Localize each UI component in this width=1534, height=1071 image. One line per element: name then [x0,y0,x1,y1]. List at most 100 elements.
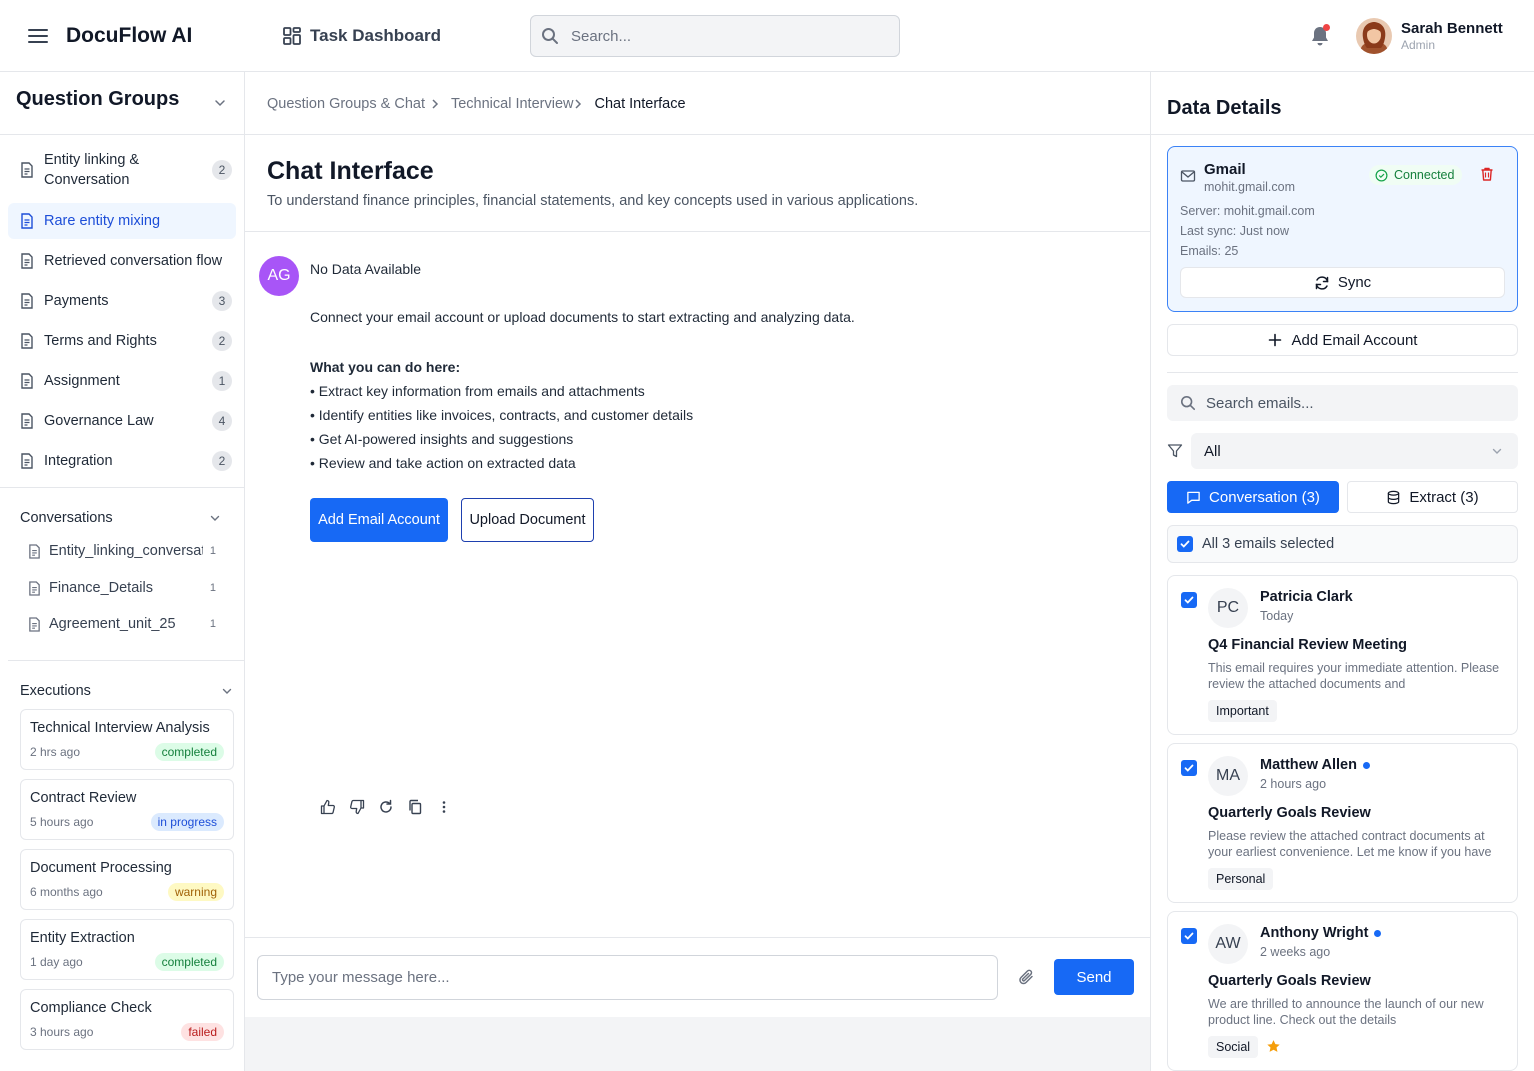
account-server: Server: mohit.gmail.com [1180,204,1315,218]
select-all-checkbox[interactable] [1177,536,1193,552]
question-group-item-active[interactable]: Rare entity mixing [8,203,236,239]
mail-icon [1180,168,1196,184]
capability-item: • Identify entities like invoices, contr… [310,407,694,423]
panel-divider [1167,372,1518,373]
capability-item: • Get AI-powered insights and suggestion… [310,431,574,447]
question-group-item[interactable]: Entity linking & Conversation 2 [8,145,236,195]
chevron-down-icon[interactable] [209,512,221,524]
conversation-item[interactable]: Finance_Details 1 [28,576,228,600]
add-email-account-button[interactable]: Add Email Account [310,498,448,542]
send-button[interactable]: Send [1054,959,1134,995]
executions-title: Executions [20,683,91,699]
unread-dot [1374,929,1382,937]
execution-card[interactable]: Contract Review 5 hours ago in progress [20,779,234,840]
execution-card[interactable]: Technical Interview Analysis 2 hrs ago c… [20,709,234,770]
assistant-avatar: AG [259,256,299,296]
star-icon[interactable] [1266,1039,1281,1054]
question-group-item[interactable]: Terms and Rights 2 [8,323,236,359]
question-group-item[interactable]: Retrieved conversation flow [8,243,236,279]
sender-name-row: Patricia Clark [1260,589,1353,605]
chevron-down-icon[interactable] [221,685,233,697]
capability-item: • Review and take action on extracted da… [310,455,576,471]
conversation-item[interactable]: Agreement_unit_25 1 [28,612,228,636]
email-search-bar[interactable] [1167,385,1518,421]
account-last-sync: Last sync: Just now [1180,224,1290,238]
copy-icon[interactable] [407,799,423,815]
task-dashboard-link[interactable]: Task Dashboard [282,24,441,48]
composer-footer [245,1017,1150,1071]
conversation-count: 1 [209,582,216,594]
email-search-input[interactable] [1206,394,1506,412]
question-group-label: Payments [44,293,109,309]
sync-button[interactable]: Sync [1180,267,1505,298]
tab-conversation-label: Conversation (3) [1209,488,1320,506]
execution-time: 6 months ago [30,885,103,899]
question-group-item[interactable]: Assignment 1 [8,363,236,399]
question-group-label: Governance Law [44,413,154,429]
document-icon [20,373,34,389]
add-email-account-panel-button[interactable]: Add Email Account [1167,324,1518,356]
page-subtitle: To understand finance principles, financ… [267,193,919,209]
conversation-count: 1 [209,545,216,557]
paperclip-icon[interactable] [1017,968,1035,986]
email-card[interactable]: PC Patricia Clark Today Q4 Financial Rev… [1167,575,1518,735]
execution-time: 3 hours ago [30,1025,94,1039]
email-card[interactable]: MA Matthew Allen 2 hours ago Quarterly G… [1167,743,1518,903]
capabilities-heading: What you can do here: [310,359,461,375]
user-avatar[interactable] [1356,18,1392,54]
question-group-item[interactable]: Payments 3 [8,283,236,319]
sender-name: Patricia Clark [1260,589,1353,605]
account-name: Gmail [1204,161,1246,178]
account-email-count: Emails: 25 [1180,244,1239,258]
thumbs-down-icon[interactable] [349,799,365,815]
email-subject: Q4 Financial Review Meeting [1208,637,1408,653]
chevron-down-icon[interactable] [213,96,227,110]
execution-card[interactable]: Document Processing 6 months ago warning [20,849,234,910]
question-group-label: Retrieved conversation flow [44,253,223,269]
hamburger-menu-icon[interactable] [27,25,49,47]
execution-title: Entity Extraction [30,930,135,946]
sender-name: Anthony Wright [1260,925,1369,941]
conversation-item[interactable]: Entity_linking_conversation 1 [28,539,228,563]
email-checkbox[interactable] [1181,760,1197,776]
email-preview: This email requires your immediate atten… [1208,661,1500,691]
execution-title: Contract Review [30,790,137,806]
chevron-down-icon [1491,445,1503,457]
filter-select[interactable]: All [1191,433,1518,469]
thumbs-up-icon[interactable] [320,799,336,815]
tab-extract[interactable]: Extract (3) [1347,481,1518,513]
breadcrumb-link[interactable]: Question Groups & Chat [267,96,425,112]
more-vertical-icon[interactable] [436,799,452,815]
question-group-label: Entity linking & Conversation [44,152,140,188]
tab-conversation[interactable]: Conversation (3) [1167,481,1339,513]
execution-card[interactable]: Entity Extraction 1 day ago completed [20,919,234,980]
search-icon [1180,395,1196,411]
sender-avatar: AW [1208,924,1248,964]
page-title: Chat Interface [267,157,434,185]
connection-status-label: Connected [1394,168,1455,182]
upload-document-button[interactable]: Upload Document [461,498,594,542]
trash-icon[interactable] [1479,166,1495,182]
refresh-icon[interactable] [378,799,394,815]
message-input[interactable] [257,955,998,1000]
email-checkbox[interactable] [1181,592,1197,608]
question-group-count: 2 [212,160,232,180]
sidebar-divider [0,487,244,488]
connection-status-badge: Connected [1369,165,1463,185]
top-search-input[interactable] [571,27,881,45]
question-group-item[interactable]: Integration 2 [8,443,236,479]
status-badge: in progress [150,813,224,831]
question-group-item[interactable]: Governance Law 4 [8,403,236,439]
document-icon [20,213,34,229]
top-search-bar[interactable] [530,15,900,57]
sender-name-row: Anthony Wright [1260,925,1382,941]
execution-card[interactable]: Compliance Check 3 hours ago failed [20,989,234,1050]
select-all-row[interactable]: All 3 emails selected [1167,525,1518,563]
email-checkbox[interactable] [1181,928,1197,944]
breadcrumb-link[interactable]: Technical Interview [451,96,574,112]
email-subject: Quarterly Goals Review [1208,805,1371,821]
user-name: Sarah Bennett [1401,20,1503,37]
email-card[interactable]: AW Anthony Wright 2 weeks ago Quarterly … [1167,911,1518,1071]
database-icon [1386,490,1401,505]
notification-dot [1323,24,1330,31]
